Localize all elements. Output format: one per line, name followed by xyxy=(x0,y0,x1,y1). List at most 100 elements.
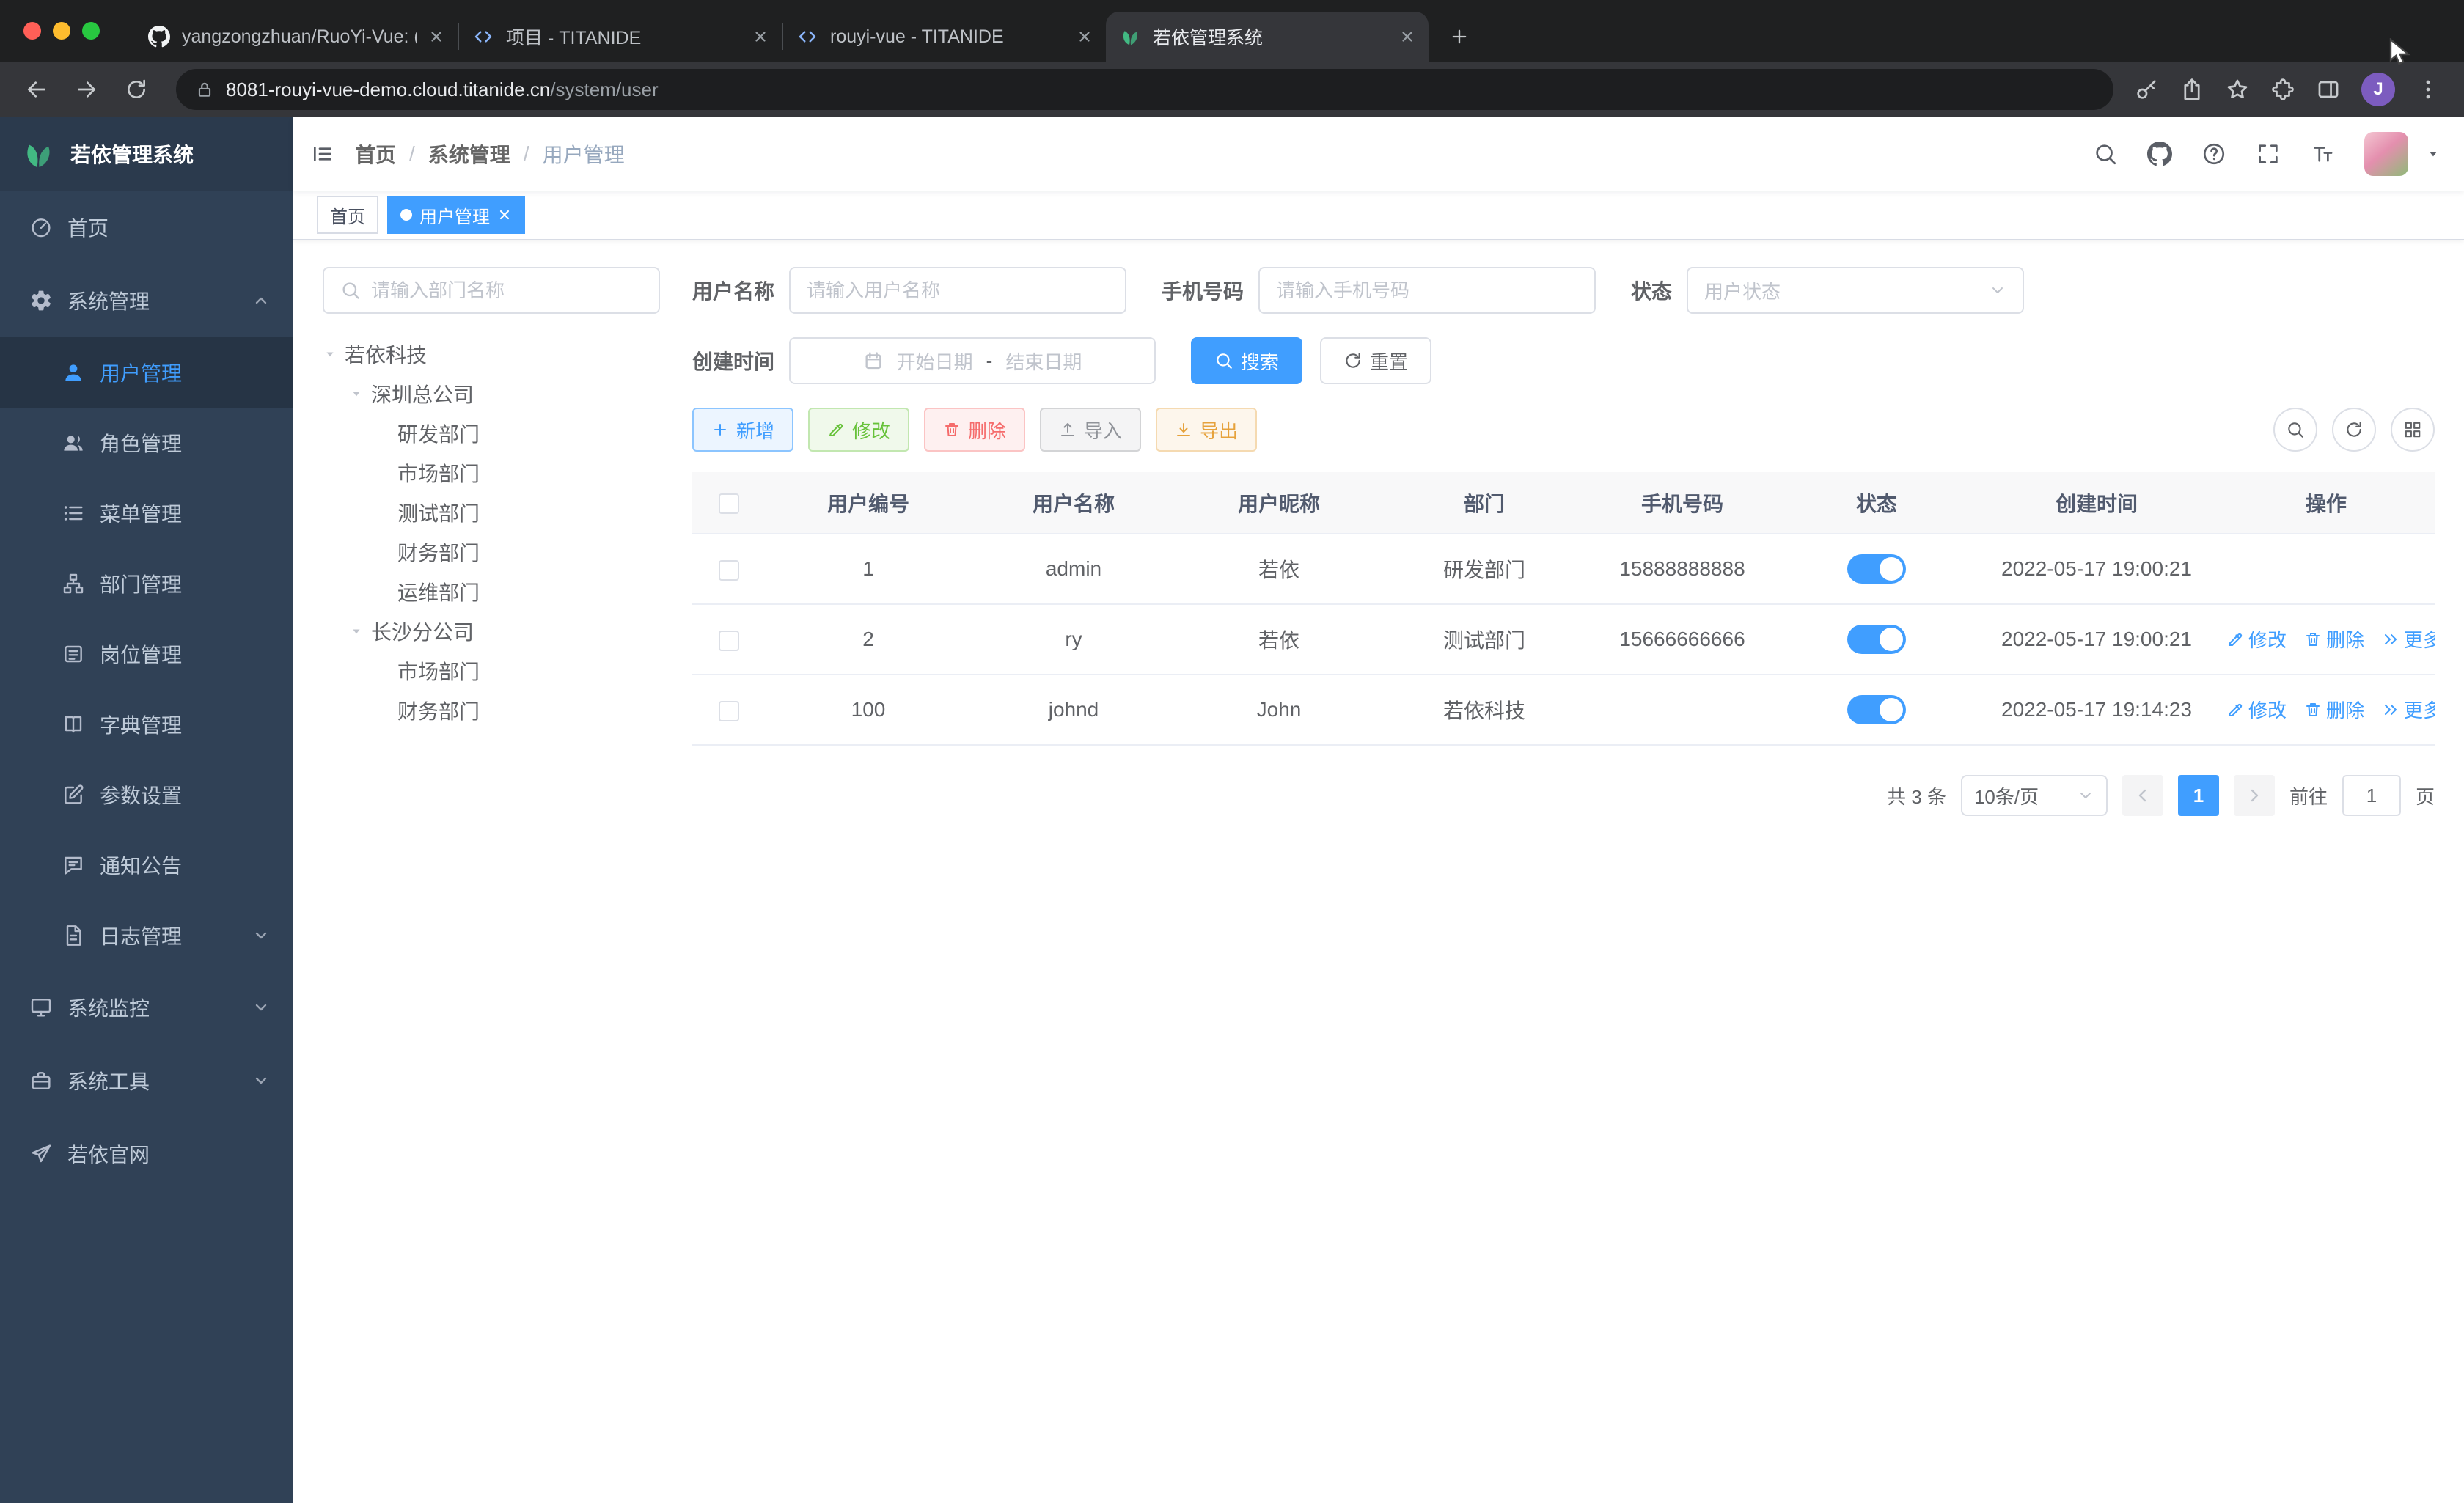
row-more-button[interactable]: 更多 xyxy=(2382,625,2435,653)
avatar-caret-icon[interactable] xyxy=(2426,147,2441,161)
tab-close-icon[interactable] xyxy=(752,29,769,45)
extensions-puzzle-icon[interactable] xyxy=(2270,77,2295,102)
sidebar-item-menu-management[interactable]: 菜单管理 xyxy=(0,478,293,548)
prev-page-button[interactable] xyxy=(2122,775,2163,816)
sidebar-item-system-tools[interactable]: 系统工具 xyxy=(0,1044,293,1117)
cell-actions: 修改 删除 更多 xyxy=(2218,675,2435,746)
row-checkbox[interactable] xyxy=(719,700,739,721)
github-icon[interactable] xyxy=(2147,142,2172,166)
tab-close-icon[interactable] xyxy=(428,29,444,45)
sidebar-item-official-site[interactable]: 若依官网 xyxy=(0,1117,293,1191)
sidebar-item-notice[interactable]: 通知公告 xyxy=(0,830,293,900)
sidebar-item-dept-management[interactable]: 部门管理 xyxy=(0,548,293,619)
add-button[interactable]: 新增 xyxy=(692,408,794,452)
phone-input[interactable] xyxy=(1276,279,1579,302)
browser-tab-github[interactable]: yangzongzhuan/RuoYi-Vue: (R xyxy=(135,12,458,62)
select-all-checkbox[interactable] xyxy=(719,493,739,515)
breadcrumb-system[interactable]: 系统管理 xyxy=(428,139,510,169)
caret-down-icon[interactable] xyxy=(349,386,364,401)
status-select[interactable]: 用户状态 xyxy=(1687,267,2025,314)
export-button[interactable]: 导出 xyxy=(1156,408,1258,452)
date-range-picker[interactable]: 开始日期 - 结束日期 xyxy=(789,337,1156,384)
tree-node-dept[interactable]: 市场部门 xyxy=(323,651,660,691)
search-button[interactable]: 搜索 xyxy=(1191,337,1303,384)
sidebar-item-system-monitor[interactable]: 系统监控 xyxy=(0,971,293,1044)
app-logo[interactable]: 若依管理系统 xyxy=(0,117,293,191)
row-delete-button[interactable]: 删除 xyxy=(2304,625,2364,653)
sidebar-collapse-icon[interactable] xyxy=(311,142,334,166)
sidebar-item-home[interactable]: 首页 xyxy=(0,191,293,264)
tag-home[interactable]: 首页 xyxy=(317,196,378,234)
window-zoom-button[interactable] xyxy=(82,22,100,40)
sidebar-item-system-management[interactable]: 系统管理 xyxy=(0,264,293,337)
page-number-button[interactable]: 1 xyxy=(2177,775,2219,816)
font-size-icon[interactable] xyxy=(2310,142,2335,166)
share-icon[interactable] xyxy=(2179,77,2204,102)
window-close-button[interactable] xyxy=(23,22,41,40)
bookmark-star-icon[interactable] xyxy=(2225,77,2250,102)
tree-node-dept[interactable]: 财务部门 xyxy=(323,691,660,730)
username-input[interactable] xyxy=(807,279,1110,302)
sidebar-item-role-management[interactable]: 角色管理 xyxy=(0,408,293,478)
caret-down-icon[interactable] xyxy=(323,347,337,361)
next-page-button[interactable] xyxy=(2233,775,2275,816)
row-checkbox[interactable] xyxy=(719,559,739,581)
status-toggle[interactable] xyxy=(1847,554,1906,584)
dept-tree: 若依科技 深圳总公司 研发部门 市场部门 测试部门 财务部门 运维部门 长沙分公… xyxy=(323,334,660,730)
delete-button[interactable]: 删除 xyxy=(924,408,1026,452)
tree-node-branch[interactable]: 长沙分公司 xyxy=(323,611,660,651)
tree-node-company[interactable]: 若依科技 xyxy=(323,334,660,374)
address-bar[interactable]: 8081-rouyi-vue-demo.cloud.titanide.cn/sy… xyxy=(176,69,2113,110)
reload-button[interactable] xyxy=(125,78,148,101)
window-minimize-button[interactable] xyxy=(53,22,70,40)
refresh-table-button[interactable] xyxy=(2332,408,2376,452)
help-question-icon[interactable] xyxy=(2201,142,2226,166)
sidebar-item-user-management[interactable]: 用户管理 xyxy=(0,337,293,408)
header-search-icon[interactable] xyxy=(2093,142,2118,166)
fullscreen-icon[interactable] xyxy=(2256,142,2281,166)
status-toggle[interactable] xyxy=(1847,625,1906,654)
new-tab-button[interactable] xyxy=(1440,18,1478,56)
side-panel-icon[interactable] xyxy=(2316,77,2341,102)
tree-node-dept[interactable]: 研发部门 xyxy=(323,414,660,453)
breadcrumb-home[interactable]: 首页 xyxy=(355,139,396,169)
row-checkbox[interactable] xyxy=(719,630,739,651)
caret-down-icon[interactable] xyxy=(349,624,364,639)
back-button[interactable] xyxy=(25,78,48,101)
import-button[interactable]: 导入 xyxy=(1040,408,1142,452)
tab-close-icon[interactable] xyxy=(1077,29,1093,45)
sidebar-item-post-management[interactable]: 岗位管理 xyxy=(0,619,293,689)
reset-button[interactable]: 重置 xyxy=(1320,337,1432,384)
tag-close-icon[interactable] xyxy=(497,207,512,222)
tree-node-dept[interactable]: 运维部门 xyxy=(323,572,660,611)
browser-profile-avatar[interactable]: J xyxy=(2361,73,2395,106)
row-edit-button[interactable]: 修改 xyxy=(2226,625,2287,653)
sidebar-item-log-management[interactable]: 日志管理 xyxy=(0,900,293,971)
edit-button[interactable]: 修改 xyxy=(808,408,910,452)
browser-tab-project[interactable]: 项目 - TITANIDE xyxy=(459,12,782,62)
row-edit-button[interactable]: 修改 xyxy=(2226,696,2287,723)
browser-menu-icon[interactable] xyxy=(2416,77,2441,102)
row-more-button[interactable]: 更多 xyxy=(2382,696,2435,723)
column-settings-button[interactable] xyxy=(2391,408,2435,452)
sidebar-item-dict-management[interactable]: 字典管理 xyxy=(0,689,293,760)
browser-tab-ide[interactable]: rouyi-vue - TITANIDE xyxy=(783,12,1106,62)
tree-node-dept[interactable]: 市场部门 xyxy=(323,453,660,493)
forward-button[interactable] xyxy=(75,78,98,101)
tree-node-dept[interactable]: 测试部门 xyxy=(323,493,660,532)
tree-node-branch[interactable]: 深圳总公司 xyxy=(323,374,660,414)
dept-search-input[interactable] xyxy=(371,279,642,302)
toggle-search-button[interactable] xyxy=(2273,408,2317,452)
tree-node-dept[interactable]: 财务部门 xyxy=(323,532,660,572)
sidebar-item-param-settings[interactable]: 参数设置 xyxy=(0,760,293,830)
row-delete-button[interactable]: 删除 xyxy=(2304,696,2364,723)
password-key-icon[interactable] xyxy=(2134,77,2159,102)
tag-user-management[interactable]: 用户管理 xyxy=(387,196,525,234)
page-size-select[interactable]: 10条/页 xyxy=(1960,775,2108,816)
status-toggle[interactable] xyxy=(1847,695,1906,724)
user-avatar[interactable] xyxy=(2364,132,2408,176)
browser-tab-ruoyi-active[interactable]: 若依管理系统 xyxy=(1106,12,1429,62)
page-jump-input[interactable] xyxy=(2342,775,2401,816)
tab-close-icon[interactable] xyxy=(1399,29,1415,45)
chevron-down-icon xyxy=(252,1072,270,1089)
